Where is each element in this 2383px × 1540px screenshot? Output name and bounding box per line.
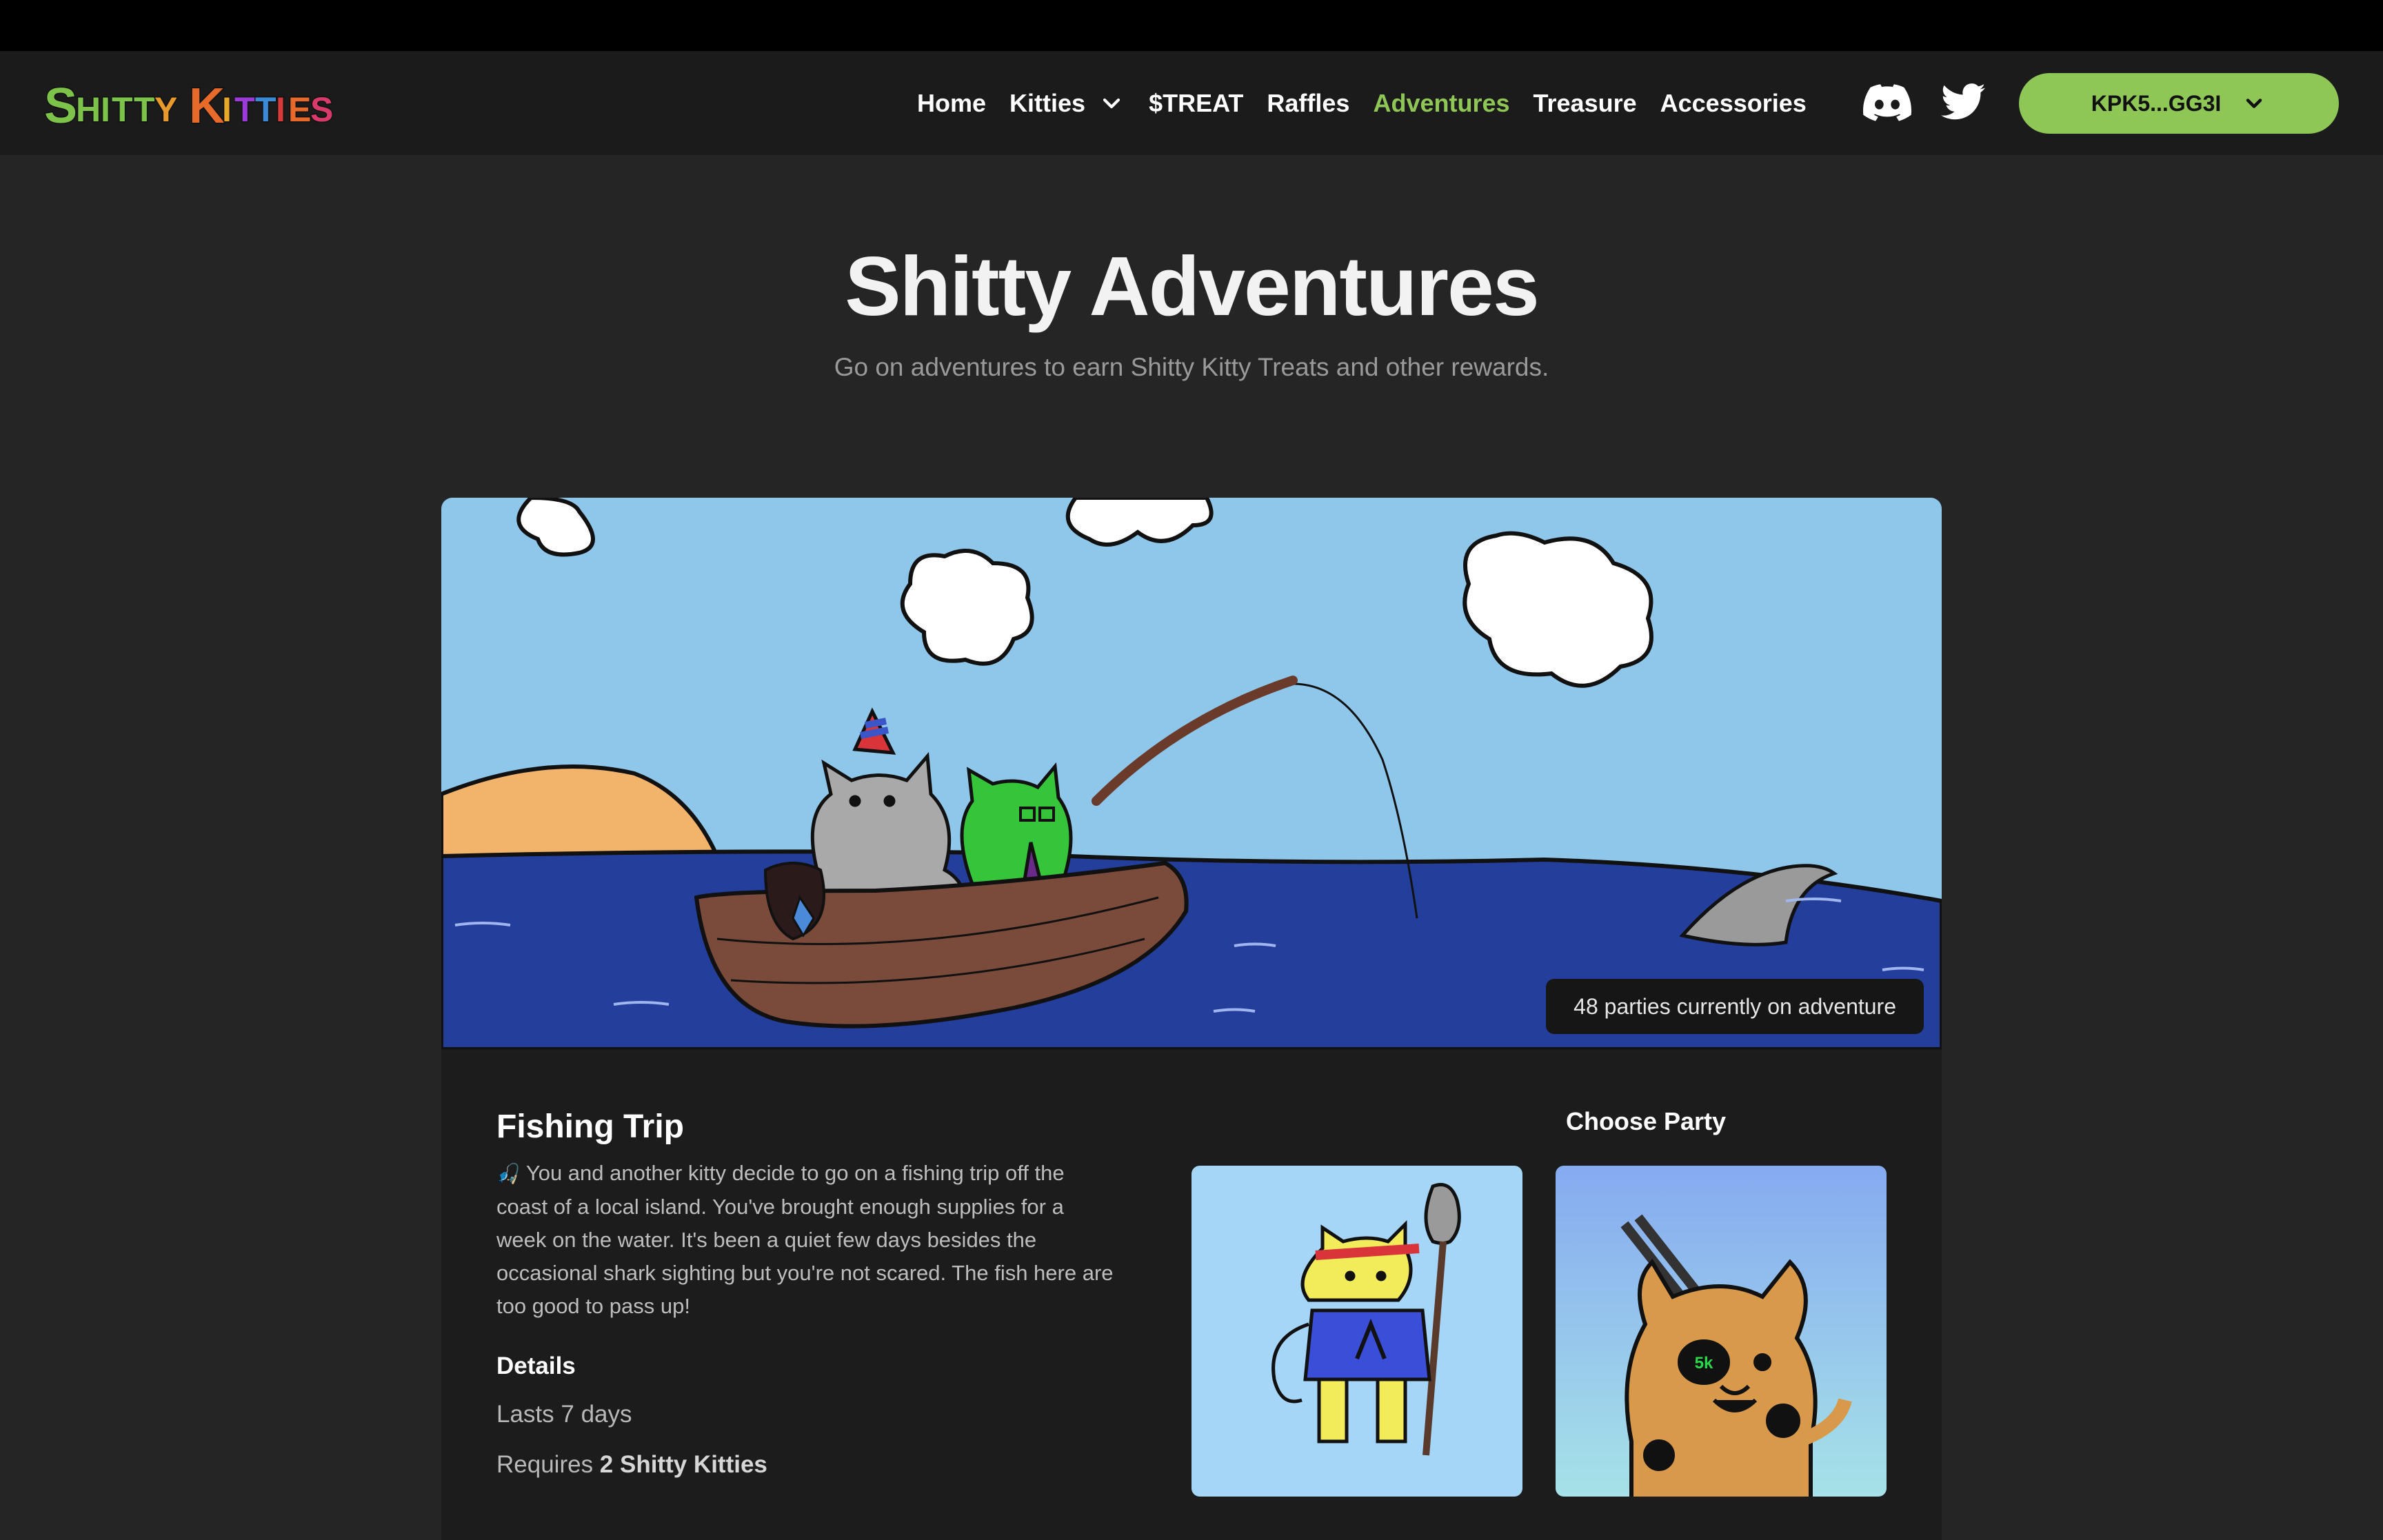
wallet-address: KPK5...GG3I <box>2091 90 2222 116</box>
kitty-yellow-shovel-image <box>1192 1166 1522 1497</box>
svg-text:T: T <box>112 90 133 129</box>
brand-logo[interactable]: S H I T T Y K I T T I E S <box>44 77 334 133</box>
adventure-description: 🎣 You and another kitty decide to go on a… <box>496 1157 1117 1323</box>
requirement-text: Requires 2 Shitty Kitties <box>496 1451 767 1479</box>
nav-kitties[interactable]: Kitties <box>1009 89 1125 118</box>
parties-on-adventure-badge: 48 parties currently on adventure <box>1546 979 1924 1034</box>
page-subtitle: Go on adventures to earn Shitty Kitty Tr… <box>834 353 1549 381</box>
nav-treat-label: $TREAT <box>1149 88 1244 117</box>
choose-party-heading: Choose Party <box>1565 1107 1727 1135</box>
nav-accessories[interactable]: Accessories <box>1660 89 1807 118</box>
nav-accessories-label: Accessories <box>1660 88 1807 117</box>
nav-treat[interactable]: $TREAT <box>1149 89 1243 118</box>
svg-text:K: K <box>189 79 225 132</box>
svg-text:T: T <box>234 90 256 129</box>
nav-home-label: Home <box>917 88 987 117</box>
adventure-illustration <box>441 498 1942 1049</box>
svg-text:E: E <box>288 90 311 129</box>
chevron-down-icon <box>1103 98 1120 108</box>
svg-text:I: I <box>101 90 110 129</box>
nav-treasure[interactable]: Treasure <box>1534 89 1637 118</box>
twitter-icon[interactable] <box>1939 79 1987 127</box>
fishing-pole-icon: 🎣 <box>496 1163 521 1184</box>
svg-text:S: S <box>44 79 77 132</box>
requirement-prefix: Requires <box>496 1451 600 1478</box>
nav-kitties-label: Kitties <box>1009 88 1086 117</box>
brand-logo-image: S H I T T Y K I T T I E S <box>44 78 334 133</box>
wallet-button[interactable]: KPK5...GG3I <box>2019 73 2339 134</box>
party-kitty-card[interactable] <box>1192 1166 1522 1497</box>
discord-icon[interactable] <box>1863 79 1911 127</box>
svg-text:T: T <box>134 90 155 129</box>
kitty-orange-eyepatch-image: 5k <box>1556 1166 1887 1497</box>
svg-text:Y: Y <box>154 90 177 129</box>
nav-adventures-label: Adventures <box>1373 88 1510 117</box>
nav-adventures[interactable]: Adventures <box>1373 89 1509 118</box>
adventure-title: Fishing Trip <box>496 1108 684 1145</box>
top-strip <box>0 0 2383 51</box>
requirement-value: 2 Shitty Kitties <box>599 1451 767 1478</box>
nav-raffles-label: Raffles <box>1267 88 1350 117</box>
page-title: Shitty Adventures <box>845 239 1539 333</box>
svg-text:I: I <box>222 90 232 129</box>
details-heading: Details <box>496 1352 576 1379</box>
party-kitty-card[interactable]: 5k <box>1556 1166 1887 1497</box>
svg-text:I: I <box>276 90 285 129</box>
duration-text: Lasts 7 days <box>496 1401 632 1428</box>
nav-raffles[interactable]: Raffles <box>1267 89 1349 118</box>
svg-text:H: H <box>76 90 101 129</box>
main-nav: Home Kitties $TREAT Raffles Adventures T… <box>917 51 1830 155</box>
adventure-card: 48 parties currently on adventure Fishin… <box>441 498 1942 1540</box>
svg-text:T: T <box>255 90 276 129</box>
eyepatch-logo: 5k <box>1695 1354 1713 1372</box>
svg-text:S: S <box>310 90 333 129</box>
offscreen-heading <box>496 1530 503 1540</box>
adventure-description-text: You and another kitty decide to go on a … <box>496 1161 1114 1318</box>
nav-home[interactable]: Home <box>917 89 986 118</box>
nav-treasure-label: Treasure <box>1533 88 1637 117</box>
chevron-down-icon <box>2246 99 2262 108</box>
